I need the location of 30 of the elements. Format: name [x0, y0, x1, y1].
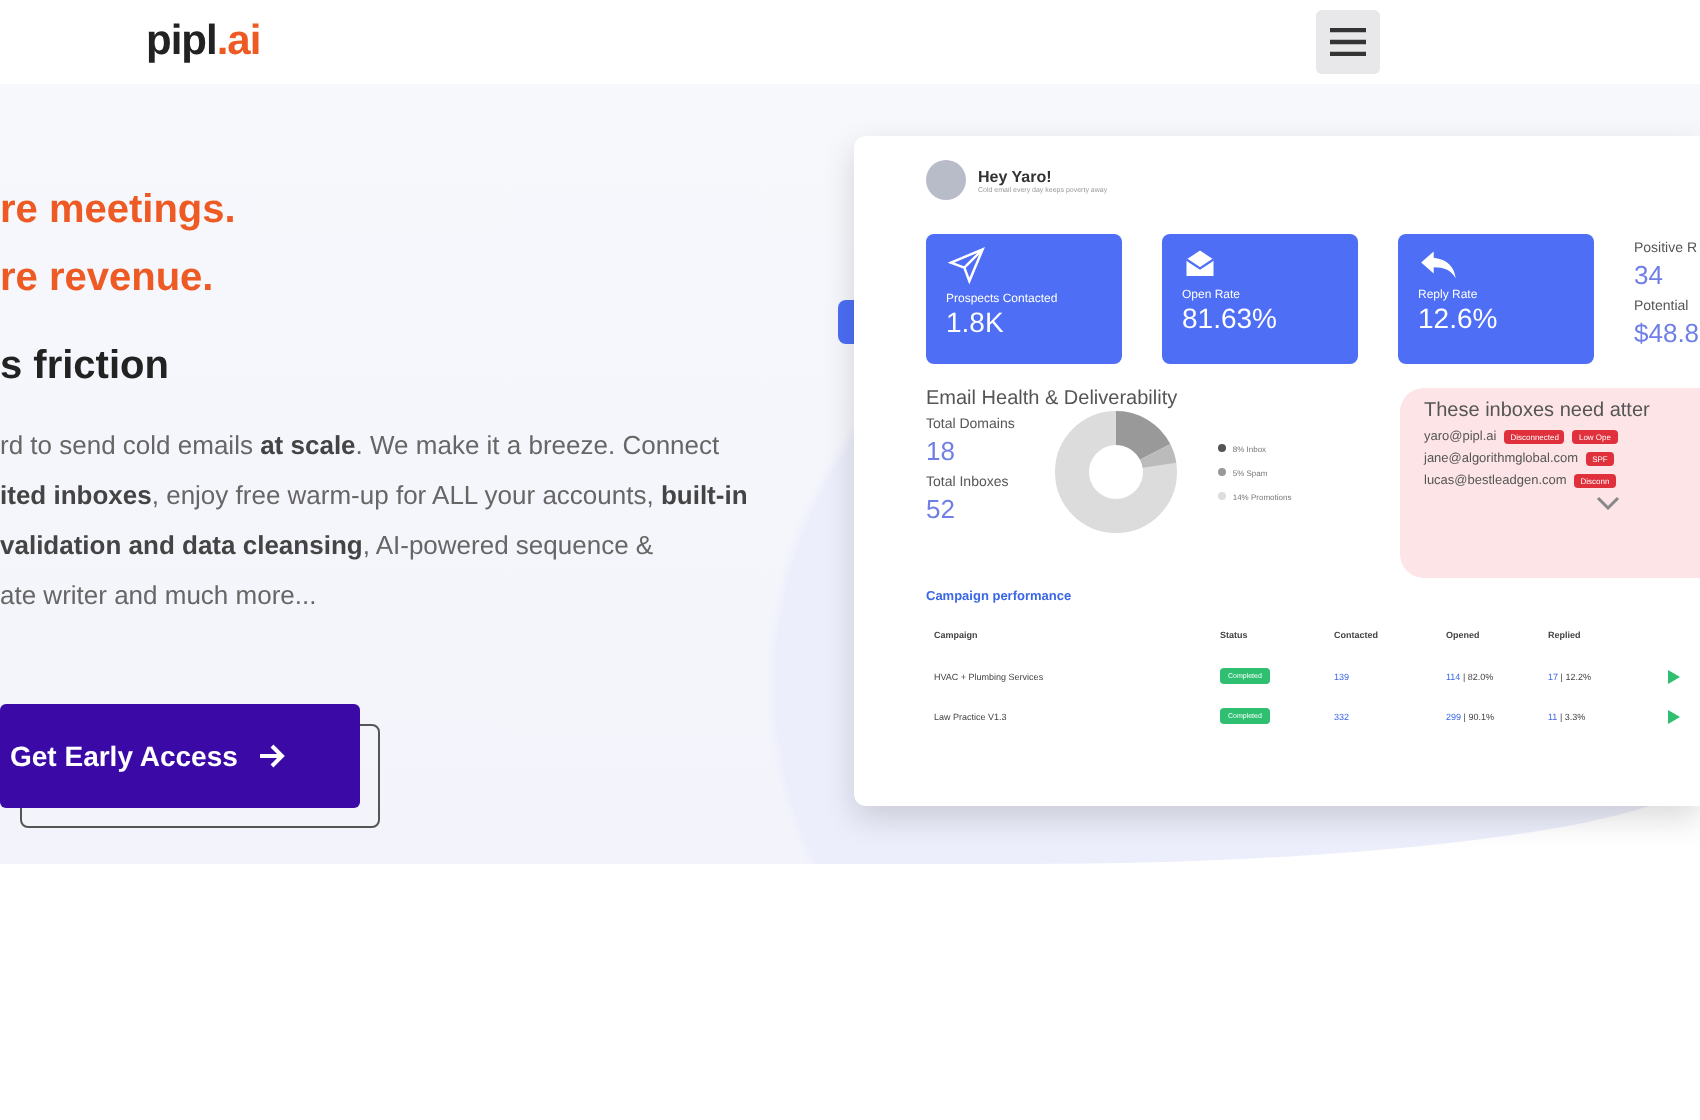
stat-value: 12.6% — [1418, 302, 1500, 334]
description-line: rd to send cold emails at scale. We make it a breeze. Connect — [0, 428, 722, 464]
section-title: Email Health & Deliverability — [926, 388, 1180, 410]
menu-icon — [1330, 28, 1366, 56]
stat-value: $48.8 — [1634, 317, 1700, 347]
play-icon[interactable] — [1668, 669, 1680, 683]
metric-value: 18 — [926, 436, 957, 466]
donut-chart-drawing — [1054, 410, 1179, 534]
description-line: ate writer and much more... — [0, 578, 319, 614]
menu-button[interactable] — [1316, 10, 1380, 74]
headline: re revenue. — [0, 254, 216, 304]
metric-value: 52 — [926, 494, 957, 524]
stat-value: 1.8K — [946, 306, 1006, 338]
play-icon[interactable] — [1668, 709, 1680, 723]
description-line: validation and data cleansing, AI-powered sequence & — [0, 528, 656, 564]
reply-all-icon — [1418, 246, 1462, 282]
description-line: ited inboxes, enjoy free warm-up for ALL your accounts, built-in — [0, 478, 750, 514]
headline: s friction — [0, 342, 171, 392]
logo[interactable]: pipl.ai — [146, 18, 261, 66]
paper-plane-icon — [946, 246, 986, 286]
stat-value: 81.63% — [1182, 302, 1279, 334]
stat-value: 34 — [1634, 259, 1665, 289]
headline: re meetings. — [0, 186, 238, 236]
get-early-access-button[interactable]: Get Early Access — [0, 704, 360, 808]
avatar — [926, 160, 966, 200]
arrow-right-icon — [257, 744, 286, 768]
envelope-icon — [1182, 246, 1218, 282]
chevron-down-icon[interactable] — [1596, 496, 1620, 510]
greeting: Hey Yaro! — [978, 167, 1054, 185]
alerts-title: These inboxes need atter — [1424, 400, 1652, 422]
